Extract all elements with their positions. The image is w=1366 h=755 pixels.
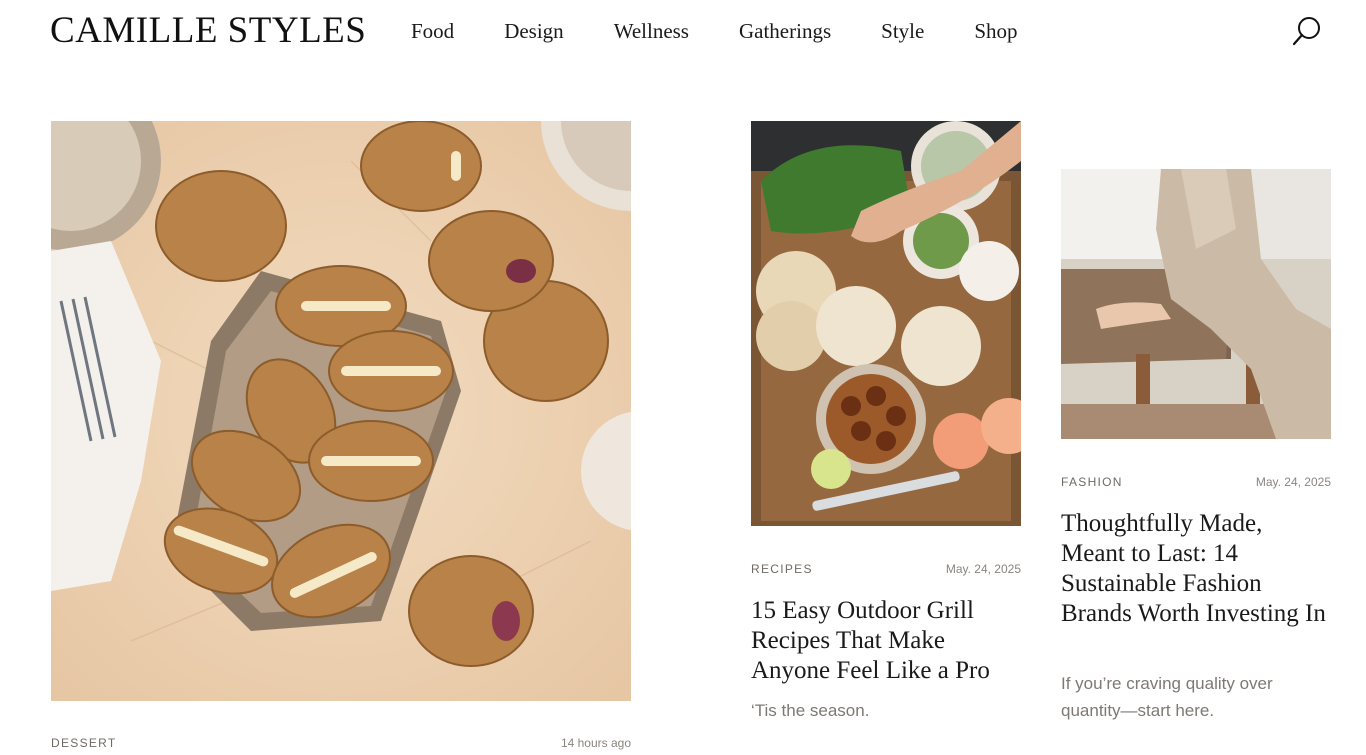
category-label[interactable]: FASHION [1061,475,1123,489]
nav-item-gatherings[interactable]: Gatherings [739,17,831,45]
article-excerpt: ‘Tis the season. [751,701,870,720]
outdoor-grill-image[interactable] [751,121,1021,526]
post-date: May. 24, 2025 [1255,475,1331,489]
sandwich-cookies-image[interactable] [51,121,631,701]
article-excerpt: If you’re craving quality over quantity—… [1061,674,1273,720]
nav-item-design[interactable]: Design [504,17,564,45]
site-logo[interactable]: CAMILLE STYLES [50,11,366,51]
post-date: May. 24, 2025 [945,562,1021,576]
nav-item-wellness[interactable]: Wellness [614,17,689,45]
article-title[interactable]: 15 Easy Outdoor Grill Recipes That Make … [751,596,1026,686]
category-label[interactable]: DESSERT [51,736,117,750]
site-header: CAMILLE STYLES Food Design Wellness Gath… [0,0,1366,64]
search-icon [1292,17,1320,46]
sustainable-fashion-image[interactable] [1061,169,1331,439]
article-title[interactable]: Thoughtfully Made, Meant to Last: 14 Sus… [1061,509,1331,629]
category-label[interactable]: RECIPES [751,562,813,576]
nav-item-style[interactable]: Style [881,17,924,45]
search-button[interactable] [1290,14,1324,48]
nav-item-food[interactable]: Food [411,17,454,45]
main-nav: Food Design Wellness Gatherings Style Sh… [411,17,1068,45]
post-date: 14 hours ago [560,736,631,750]
nav-item-shop[interactable]: Shop [974,17,1017,45]
